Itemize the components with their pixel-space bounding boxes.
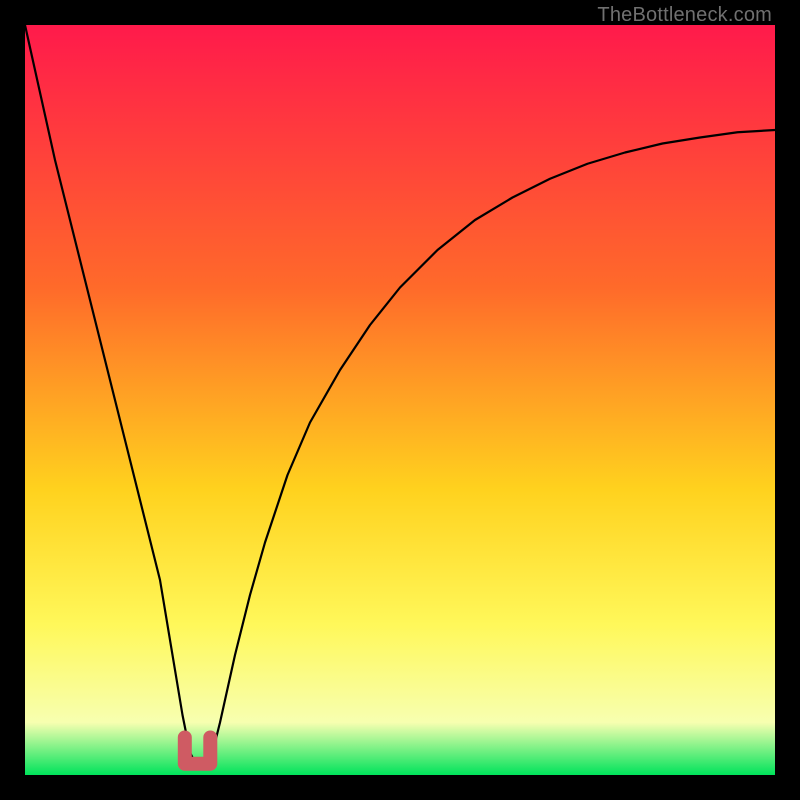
curve-layer	[25, 25, 775, 775]
outer-frame: TheBottleneck.com	[0, 0, 800, 800]
plot-area	[25, 25, 775, 775]
optimal-marker	[185, 738, 211, 764]
watermark-text: TheBottleneck.com	[597, 4, 772, 27]
bottleneck-curve	[25, 25, 775, 768]
